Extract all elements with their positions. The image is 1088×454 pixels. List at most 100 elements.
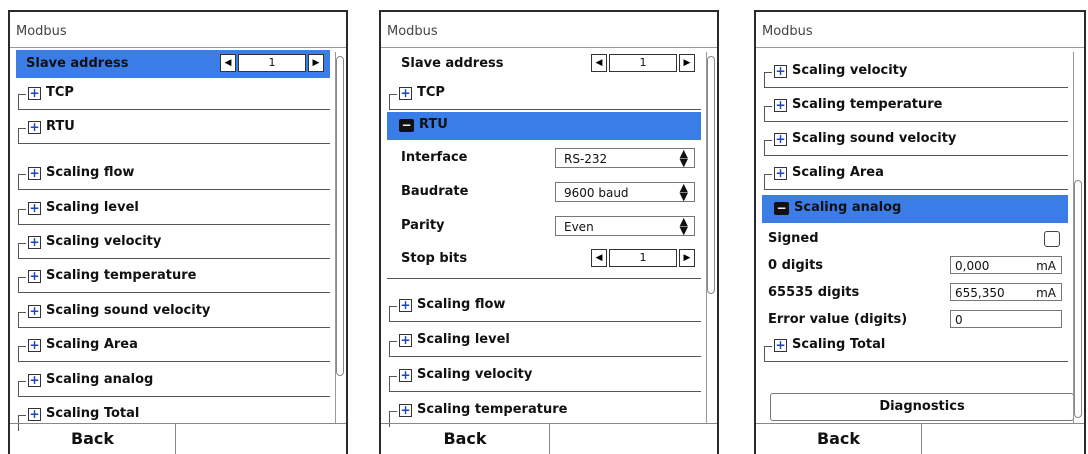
group-label: Scaling sound velocity: [46, 303, 211, 318]
group-scaling-velocity[interactable]: + Scaling velocity: [16, 229, 330, 259]
diagnostics-button[interactable]: Diagnostics: [770, 393, 1074, 421]
slave-address-row[interactable]: Slave address ◀ 1 ▶: [16, 50, 330, 78]
parity-select[interactable]: Even ▲ ▼: [555, 216, 695, 236]
plus-box-icon[interactable]: +: [774, 65, 787, 78]
interface-value: RS-232: [564, 152, 608, 166]
group-scaling-total[interactable]: + Scaling Total: [762, 332, 1068, 362]
plus-box-icon[interactable]: +: [399, 87, 412, 100]
baudrate-row: Baudrate 9600 baud ▲ ▼: [387, 178, 701, 206]
slave-address-spinner[interactable]: ◀ 1 ▶: [220, 54, 324, 72]
group-label: Scaling flow: [417, 297, 506, 312]
arrow-left-icon[interactable]: ◀: [220, 54, 236, 72]
divider: [387, 278, 701, 279]
arrow-left-icon[interactable]: ◀: [591, 54, 607, 72]
group-scaling-temperature[interactable]: + Scaling temperature: [762, 92, 1068, 122]
divider: [10, 47, 346, 48]
parity-value: Even: [564, 220, 594, 234]
group-scaling-analog[interactable]: + Scaling analog: [16, 367, 330, 397]
scrollbar[interactable]: [1073, 52, 1082, 424]
scrollbar-thumb[interactable]: [336, 56, 344, 376]
group-label: Scaling analog: [794, 200, 902, 215]
arrow-left-icon[interactable]: ◀: [591, 249, 607, 267]
plus-box-icon[interactable]: +: [28, 202, 41, 215]
group-label: Scaling level: [46, 200, 139, 215]
plus-box-icon[interactable]: +: [399, 334, 412, 347]
group-label: Scaling velocity: [417, 367, 533, 382]
plus-box-icon[interactable]: +: [28, 305, 41, 318]
group-label: TCP: [46, 85, 74, 100]
group-label: RTU: [46, 119, 75, 134]
group-scaling-velocity[interactable]: + Scaling velocity: [762, 58, 1068, 88]
max-digits-input[interactable]: 655,350 mA: [950, 283, 1062, 301]
panel-title: Modbus: [762, 24, 813, 39]
error-value-input[interactable]: 0: [950, 310, 1062, 328]
baudrate-value: 9600 baud: [564, 186, 629, 200]
interface-select[interactable]: RS-232 ▲ ▼: [555, 148, 695, 168]
back-button[interactable]: Back: [10, 424, 176, 454]
plus-box-icon[interactable]: +: [28, 167, 41, 180]
plus-box-icon[interactable]: +: [399, 404, 412, 417]
group-label: Scaling analog: [46, 372, 154, 387]
group-scaling-sound-velocity[interactable]: + Scaling sound velocity: [16, 298, 330, 328]
scrollbar-thumb[interactable]: [1074, 180, 1082, 418]
plus-box-icon[interactable]: +: [774, 339, 787, 352]
back-button[interactable]: Back: [381, 424, 550, 454]
arrow-right-icon[interactable]: ▶: [679, 249, 695, 267]
panel-title: Modbus: [16, 24, 67, 39]
group-scaling-level[interactable]: + Scaling level: [387, 327, 701, 357]
scrollbar-thumb[interactable]: [707, 56, 715, 294]
plus-box-icon[interactable]: +: [28, 236, 41, 249]
plus-box-icon[interactable]: +: [774, 167, 787, 180]
group-rtu-expanded[interactable]: − RTU: [387, 112, 701, 140]
plus-box-icon[interactable]: +: [28, 339, 41, 352]
plus-box-icon[interactable]: +: [774, 99, 787, 112]
minus-box-icon[interactable]: −: [774, 202, 789, 215]
group-scaling-sound-velocity[interactable]: + Scaling sound velocity: [762, 126, 1068, 156]
plus-box-icon[interactable]: +: [28, 374, 41, 387]
slave-address-spinner[interactable]: ◀ 1 ▶: [591, 54, 695, 72]
scrollbar[interactable]: [706, 52, 715, 424]
modbus-panel-1: Modbus Slave address ◀ 1 ▶ + TCP + RTU +…: [8, 10, 348, 454]
group-scaling-velocity[interactable]: + Scaling velocity: [387, 362, 701, 392]
plus-box-icon[interactable]: +: [399, 369, 412, 382]
plus-box-icon[interactable]: +: [399, 299, 412, 312]
up-down-icon: ▲ ▼: [679, 147, 688, 169]
plus-box-icon[interactable]: +: [28, 270, 41, 283]
group-scaling-area[interactable]: + Scaling Area: [762, 160, 1068, 190]
slave-address-label: Slave address: [401, 56, 504, 71]
zero-digits-input[interactable]: 0,000 mA: [950, 256, 1062, 274]
group-scaling-temperature[interactable]: + Scaling temperature: [16, 263, 330, 293]
zero-digits-label: 0 digits: [768, 258, 824, 273]
group-scaling-level[interactable]: + Scaling level: [16, 195, 330, 225]
slave-address-row[interactable]: Slave address ◀ 1 ▶: [387, 50, 701, 78]
stop-bits-spinner[interactable]: ◀ 1 ▶: [591, 249, 695, 267]
slave-address-label: Slave address: [26, 56, 129, 71]
group-scaling-temperature[interactable]: + Scaling temperature: [387, 397, 701, 427]
plus-box-icon[interactable]: +: [28, 121, 41, 134]
group-scaling-flow[interactable]: + Scaling flow: [16, 160, 330, 190]
group-tcp[interactable]: + TCP: [16, 80, 330, 110]
signed-label: Signed: [768, 231, 819, 246]
arrow-right-icon[interactable]: ▶: [308, 54, 324, 72]
scrollbar[interactable]: [335, 52, 344, 424]
group-label: Scaling velocity: [46, 234, 162, 249]
group-rtu[interactable]: + RTU: [16, 114, 330, 144]
back-button[interactable]: Back: [756, 424, 922, 454]
parity-row: Parity Even ▲ ▼: [387, 212, 701, 240]
plus-box-icon[interactable]: +: [774, 133, 787, 146]
stop-bits-label: Stop bits: [401, 251, 468, 266]
group-label: TCP: [417, 85, 445, 100]
minus-box-icon[interactable]: −: [399, 119, 414, 132]
baudrate-select[interactable]: 9600 baud ▲ ▼: [555, 182, 695, 202]
group-scaling-analog-expanded[interactable]: − Scaling analog: [762, 195, 1068, 223]
zero-digits-row: 0 digits 0,000 mA: [762, 252, 1068, 280]
plus-box-icon[interactable]: +: [28, 87, 41, 100]
signed-checkbox[interactable]: [1044, 231, 1060, 247]
plus-box-icon[interactable]: +: [28, 408, 41, 421]
group-scaling-area[interactable]: + Scaling Area: [16, 332, 330, 362]
up-down-icon: ▲ ▼: [679, 181, 688, 203]
group-tcp[interactable]: + TCP: [387, 80, 701, 110]
signed-row: Signed: [762, 225, 1068, 253]
group-scaling-flow[interactable]: + Scaling flow: [387, 292, 701, 322]
arrow-right-icon[interactable]: ▶: [679, 54, 695, 72]
